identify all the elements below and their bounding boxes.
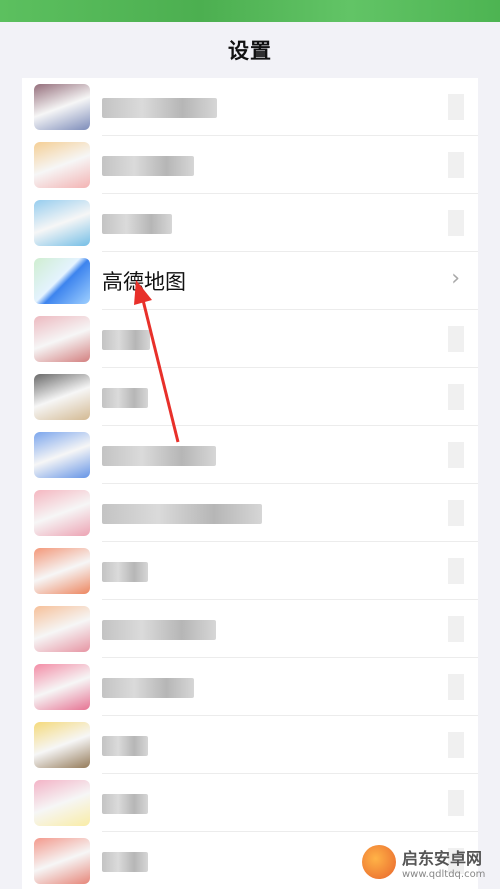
chevron-right-icon [448,442,464,468]
list-item[interactable] [22,426,478,484]
map-app-icon [34,258,90,304]
pixelated-app-name [102,504,262,524]
app-icon [34,664,90,710]
chevron-right-icon [448,152,464,178]
list-item[interactable] [22,484,478,542]
app-icon [34,490,90,536]
chevron-right-icon: › [451,266,460,291]
app-icon [34,722,90,768]
pixelated-app-name [102,794,148,814]
watermark-logo-icon [362,845,396,879]
list-item[interactable] [22,774,478,832]
watermark-name: 启东安卓网 [402,848,483,868]
pixelated-app-name [102,388,148,408]
list-item[interactable] [22,310,478,368]
app-icon [34,200,90,246]
app-icon [34,838,90,884]
pixelated-app-name [102,620,216,640]
chevron-right-icon [448,674,464,700]
app-icon [34,374,90,420]
app-icon [34,780,90,826]
list-item[interactable] [22,600,478,658]
list-item-gaode-map[interactable]: 高德地图 › [22,252,478,310]
chevron-right-icon [448,732,464,758]
list-item[interactable] [22,658,478,716]
chevron-right-icon [448,500,464,526]
settings-app-list: 高德地图 › [22,78,478,889]
pixelated-app-name [102,678,194,698]
watermark: 启东安卓网 www.qdltdq.com [362,839,492,885]
pixelated-app-name [102,330,150,350]
list-item[interactable] [22,716,478,774]
app-icon [34,548,90,594]
app-icon [34,432,90,478]
list-item[interactable] [22,542,478,600]
chevron-right-icon [448,384,464,410]
pixelated-app-name [102,446,216,466]
pixelated-app-name [102,98,217,118]
list-item[interactable] [22,194,478,252]
list-item[interactable] [22,136,478,194]
chevron-right-icon [448,558,464,584]
chevron-right-icon [448,616,464,642]
pixelated-app-name [102,562,148,582]
app-icon [34,606,90,652]
page-title: 设置 [228,39,272,63]
list-item[interactable] [22,78,478,136]
chevron-right-icon [448,210,464,236]
chevron-right-icon [448,790,464,816]
watermark-url: www.qdltdq.com [402,868,486,880]
app-icon [34,84,90,130]
list-item-label: 高德地图 [102,270,186,294]
app-icon [34,142,90,188]
status-bar [0,0,500,22]
list-item[interactable] [22,368,478,426]
chevron-right-icon [448,326,464,352]
pixelated-app-name [102,736,148,756]
pixelated-app-name [102,214,172,234]
pixelated-app-name [102,852,148,872]
nav-bar: 设置 [0,22,500,78]
app-icon [34,316,90,362]
chevron-right-icon [448,94,464,120]
pixelated-app-name [102,156,194,176]
